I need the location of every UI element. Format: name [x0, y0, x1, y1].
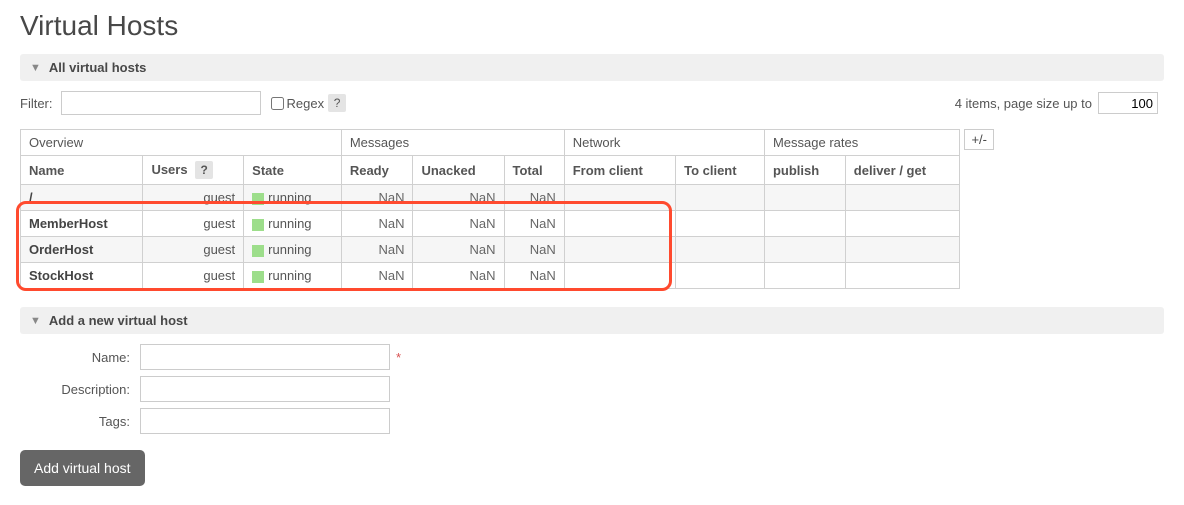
vhost-desc-input[interactable] [140, 376, 390, 402]
vhost-unacked: NaN [413, 263, 504, 289]
col-to-client[interactable]: To client [676, 156, 765, 185]
section-add-host-label: Add a new virtual host [49, 313, 188, 328]
vhost-name-input[interactable] [140, 344, 390, 370]
col-group-rates: Message rates [764, 130, 959, 156]
col-name[interactable]: Name [21, 156, 143, 185]
col-state[interactable]: State [244, 156, 342, 185]
state-running-icon [252, 245, 264, 257]
vhost-ready: NaN [341, 211, 413, 237]
vhost-name-link[interactable]: StockHost [21, 263, 143, 289]
vhost-to-client [676, 263, 765, 289]
col-group-network: Network [564, 130, 764, 156]
chevron-down-icon: ▼ [30, 315, 41, 327]
col-group-overview: Overview [21, 130, 342, 156]
col-unacked[interactable]: Unacked [413, 156, 504, 185]
vhost-ready: NaN [341, 185, 413, 211]
vhost-users: guest [143, 263, 244, 289]
vhost-state: running [244, 237, 342, 263]
vhost-to-client [676, 185, 765, 211]
vhost-to-client [676, 237, 765, 263]
state-running-icon [252, 219, 264, 231]
col-publish[interactable]: publish [764, 156, 845, 185]
table-row: /guestrunningNaNNaNNaN [21, 185, 960, 211]
vhost-unacked: NaN [413, 211, 504, 237]
vhost-users: guest [143, 185, 244, 211]
page-title: Virtual Hosts [20, 10, 1164, 42]
vhost-ready: NaN [341, 237, 413, 263]
vhost-name-link[interactable]: OrderHost [21, 237, 143, 263]
vhost-to-client [676, 211, 765, 237]
vhost-publish [764, 185, 845, 211]
vhost-state: running [244, 211, 342, 237]
vhost-deliver [845, 185, 959, 211]
regex-label: Regex [287, 96, 325, 111]
form-tags-label: Tags: [20, 414, 130, 429]
form-name-label: Name: [20, 350, 130, 365]
col-total[interactable]: Total [504, 156, 564, 185]
col-deliver[interactable]: deliver / get [845, 156, 959, 185]
vhost-total: NaN [504, 237, 564, 263]
section-add-host[interactable]: ▼ Add a new virtual host [20, 307, 1164, 334]
state-running-icon [252, 193, 264, 205]
col-users[interactable]: Users ? [143, 156, 244, 185]
vhost-ready: NaN [341, 263, 413, 289]
vhost-unacked: NaN [413, 185, 504, 211]
vhost-state: running [244, 185, 342, 211]
table-row: MemberHostguestrunningNaNNaNNaN [21, 211, 960, 237]
col-users-label: Users [151, 162, 187, 177]
vhost-total: NaN [504, 263, 564, 289]
pagination-text: 4 items, page size up to [955, 96, 1092, 111]
vhost-deliver [845, 263, 959, 289]
vhosts-table: Overview Messages Network Message rates … [20, 129, 960, 289]
col-from-client[interactable]: From client [564, 156, 675, 185]
col-ready[interactable]: Ready [341, 156, 413, 185]
vhost-from-client [564, 211, 675, 237]
vhost-deliver [845, 237, 959, 263]
state-running-icon [252, 271, 264, 283]
vhost-tags-input[interactable] [140, 408, 390, 434]
vhost-state: running [244, 263, 342, 289]
vhost-users: guest [143, 211, 244, 237]
section-all-hosts[interactable]: ▼ All virtual hosts [20, 54, 1164, 81]
vhost-from-client [564, 185, 675, 211]
regex-checkbox[interactable] [271, 97, 284, 110]
vhost-total: NaN [504, 211, 564, 237]
table-row: StockHostguestrunningNaNNaNNaN [21, 263, 960, 289]
vhost-publish [764, 237, 845, 263]
add-vhost-button[interactable]: Add virtual host [20, 450, 145, 486]
vhost-from-client [564, 237, 675, 263]
page-size-input[interactable] [1098, 92, 1158, 114]
vhost-total: NaN [504, 185, 564, 211]
vhost-name-link[interactable]: / [21, 185, 143, 211]
chevron-down-icon: ▼ [30, 62, 41, 74]
filter-input[interactable] [61, 91, 261, 115]
vhost-publish [764, 263, 845, 289]
col-group-messages: Messages [341, 130, 564, 156]
filter-label: Filter: [20, 96, 53, 111]
table-row: OrderHostguestrunningNaNNaNNaN [21, 237, 960, 263]
columns-toggle-button[interactable]: +/- [964, 129, 994, 150]
vhost-from-client [564, 263, 675, 289]
help-icon[interactable]: ? [195, 161, 213, 179]
vhost-name-link[interactable]: MemberHost [21, 211, 143, 237]
vhost-users: guest [143, 237, 244, 263]
mandatory-marker: * [396, 350, 401, 365]
vhost-deliver [845, 211, 959, 237]
vhost-unacked: NaN [413, 237, 504, 263]
vhost-publish [764, 211, 845, 237]
section-all-hosts-label: All virtual hosts [49, 60, 147, 75]
help-icon[interactable]: ? [328, 94, 346, 112]
form-desc-label: Description: [20, 382, 130, 397]
